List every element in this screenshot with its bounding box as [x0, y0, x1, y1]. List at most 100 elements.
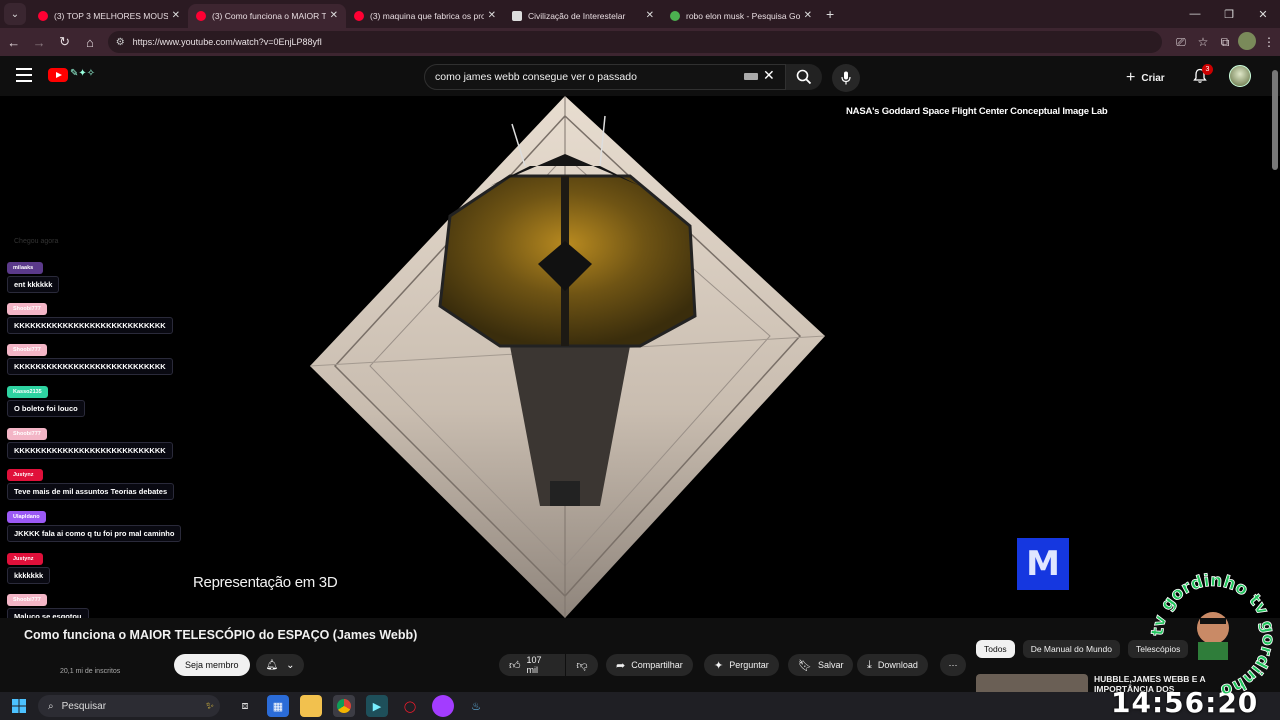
chrome-icon[interactable]	[333, 695, 355, 717]
browser-tab[interactable]: Civilização de Interestelar ✕	[504, 4, 662, 28]
microphone-icon	[841, 71, 851, 85]
keyboard-icon[interactable]	[744, 73, 758, 80]
chat-username: Justynz	[7, 553, 43, 565]
recommended-video-thumbnail[interactable]	[976, 674, 1088, 692]
chip-from-channel[interactable]: De Manual do Mundo	[1022, 640, 1120, 658]
task-view-icon[interactable]: ⧈	[234, 695, 256, 717]
reload-icon[interactable]: ↻	[53, 34, 76, 50]
messenger-icon[interactable]	[432, 695, 454, 717]
close-icon[interactable]: ✕	[646, 10, 654, 21]
video-player[interactable]: NASA's Goddard Space Flight Center Conce…	[0, 96, 1280, 618]
like-button[interactable]: 👍︎ 107 mil	[499, 654, 565, 676]
chat-message: Justynz Teve mais de mil assuntos Teorias…	[7, 469, 175, 500]
dislike-button[interactable]: 👎︎	[566, 654, 598, 676]
browser-tab[interactable]: robo elon musk - Pesquisa Goo ✕	[662, 4, 820, 28]
share-label: Compartilhar	[631, 660, 683, 670]
tab-title: robo elon musk - Pesquisa Goo	[686, 10, 800, 21]
chat-username: Shoobi777	[7, 303, 47, 315]
menu-icon[interactable]	[16, 68, 32, 82]
chat-message-text: JKKKK fala ai como q tu foi pro mal cami…	[7, 525, 182, 542]
save-button[interactable]: 🔖︎ Salvar	[788, 654, 854, 676]
close-window-icon[interactable]: ✕	[1246, 8, 1280, 21]
taskbar-search-label: Pesquisar	[61, 700, 107, 712]
bookmark-star-icon[interactable]: ☆	[1192, 35, 1214, 49]
close-icon[interactable]: ✕	[804, 10, 812, 21]
more-icon: ⋯	[948, 659, 958, 670]
chat-message: Shoobi777 KKKKKKKKKKKKKKKKKKKKKKKKKKKK	[7, 428, 173, 459]
forward-icon[interactable]: →	[27, 35, 50, 50]
thumbs-up-icon: 👍︎	[509, 659, 521, 672]
join-membership-button[interactable]: Seja membro	[174, 654, 250, 676]
close-icon[interactable]: ✕	[488, 10, 496, 21]
extensions-icon[interactable]: ⧉	[1214, 35, 1236, 50]
store-icon[interactable]: ▦	[267, 695, 289, 717]
bell-icon: 🔔︎	[265, 659, 279, 671]
download-button[interactable]: ⤓ Download	[857, 654, 928, 676]
create-button[interactable]: + Criar	[1126, 66, 1165, 90]
chat-message-text: KKKKKKKKKKKKKKKKKKKKKKKKKKKK	[7, 442, 173, 459]
minimize-icon[interactable]: —	[1178, 8, 1212, 20]
site-info-icon[interactable]: ⚙	[116, 37, 125, 48]
tab-title: Civilização de Interestelar	[528, 10, 626, 21]
subscriber-count: 20,1 mi de inscritos	[60, 668, 121, 675]
search-button[interactable]	[786, 64, 822, 90]
url-text: https://www.youtube.com/watch?v=0EnjLP88…	[132, 37, 323, 47]
video-caption: Representação em 3D	[193, 574, 338, 591]
chat-username: Kasso2135	[7, 386, 48, 398]
ask-button[interactable]: ✦ Perguntar	[704, 654, 779, 676]
more-actions-button[interactable]: ⋯	[940, 654, 966, 676]
chat-username: Shoobi777	[7, 594, 47, 606]
voice-search-button[interactable]	[832, 64, 860, 92]
scrollbar-thumb[interactable]	[1272, 70, 1278, 170]
share-button[interactable]: ➦ Compartilhar	[606, 654, 693, 676]
youtube-logo[interactable]	[48, 68, 68, 82]
channel-watermark-logo: M	[1017, 538, 1069, 590]
james-webb-telescope-image	[309, 96, 826, 618]
save-label: Salvar	[817, 660, 844, 670]
search-input[interactable]: como james webb consegue ver o passado	[424, 64, 786, 90]
restore-icon[interactable]: ❐	[1212, 8, 1246, 21]
browser-tab[interactable]: (3) TOP 3 MELHORES MOUSES ✕	[30, 4, 188, 28]
search-query-text: como james webb consegue ver o passado	[435, 71, 637, 83]
back-icon[interactable]: ←	[2, 35, 25, 50]
close-icon[interactable]: ✕	[172, 10, 180, 21]
youtube-doodle-icon[interactable]: ✎✦✧	[70, 68, 95, 79]
windows-start-icon[interactable]	[8, 699, 30, 713]
address-bar[interactable]: ⚙ https://www.youtube.com/watch?v=0EnjLP…	[107, 31, 1162, 53]
video-title: Como funciona o MAIOR TELESCÓPIO do ESPA…	[24, 628, 418, 642]
file-explorer-icon[interactable]	[300, 695, 322, 717]
download-label: Download	[877, 660, 918, 670]
sparkle-icon: ✦	[714, 659, 724, 672]
sparkle-icon: ✨︎	[205, 700, 214, 712]
chip-all[interactable]: Todos	[976, 640, 1015, 658]
tab-title: (3) Como funciona o MAIOR TE	[212, 10, 326, 21]
steam-icon[interactable]: ♨	[465, 695, 487, 717]
chat-hint-text: Chegou agora	[14, 238, 59, 245]
chat-message-text: KKKKKKKKKKKKKKKKKKKKKKKKKKKK	[7, 358, 173, 375]
youtube-header: ✎✦✧ como james webb consegue ver o passa…	[0, 56, 1280, 96]
clear-search-icon[interactable]: ✕	[763, 67, 775, 84]
windows-taskbar: ⌕ Pesquisar ✨︎ ⧈ ▦ ▶ ◯ ♨	[0, 692, 1280, 720]
share-icon: ➦	[616, 659, 626, 672]
close-icon[interactable]: ✕	[330, 10, 338, 21]
terminal-icon[interactable]: ▶	[366, 695, 388, 717]
plus-icon: +	[1126, 69, 1136, 86]
chevron-down-icon: ⌄	[286, 659, 295, 671]
opera-icon[interactable]: ◯	[399, 695, 421, 717]
video-credit-text: NASA's Goddard Space Flight Center Conce…	[846, 106, 1108, 117]
account-avatar[interactable]	[1229, 65, 1251, 87]
new-tab-icon[interactable]: +	[826, 6, 834, 22]
browser-tab[interactable]: (3) maquina que fabrica os pro ✕	[346, 4, 504, 28]
tab-search-button[interactable]: ⌄	[4, 3, 26, 25]
profile-avatar[interactable]	[1236, 31, 1258, 53]
home-icon[interactable]: ⌂	[78, 35, 101, 50]
taskbar-search[interactable]: ⌕ Pesquisar ✨︎	[38, 695, 220, 717]
chat-message: Justynz kkkkkkk	[7, 553, 51, 584]
browser-menu-icon[interactable]: ⋮	[1258, 35, 1280, 49]
chat-message: Ulapldano JKKKK fala ai como q tu foi pro…	[7, 511, 182, 542]
browser-tab-active[interactable]: (3) Como funciona o MAIOR TE ✕	[188, 3, 346, 28]
cast-icon[interactable]: ⎚	[1170, 35, 1192, 50]
thumbs-down-icon: 👎︎	[576, 659, 588, 672]
subscription-bell-button[interactable]: 🔔︎ ⌄	[256, 654, 304, 676]
google-favicon-icon	[670, 10, 680, 21]
